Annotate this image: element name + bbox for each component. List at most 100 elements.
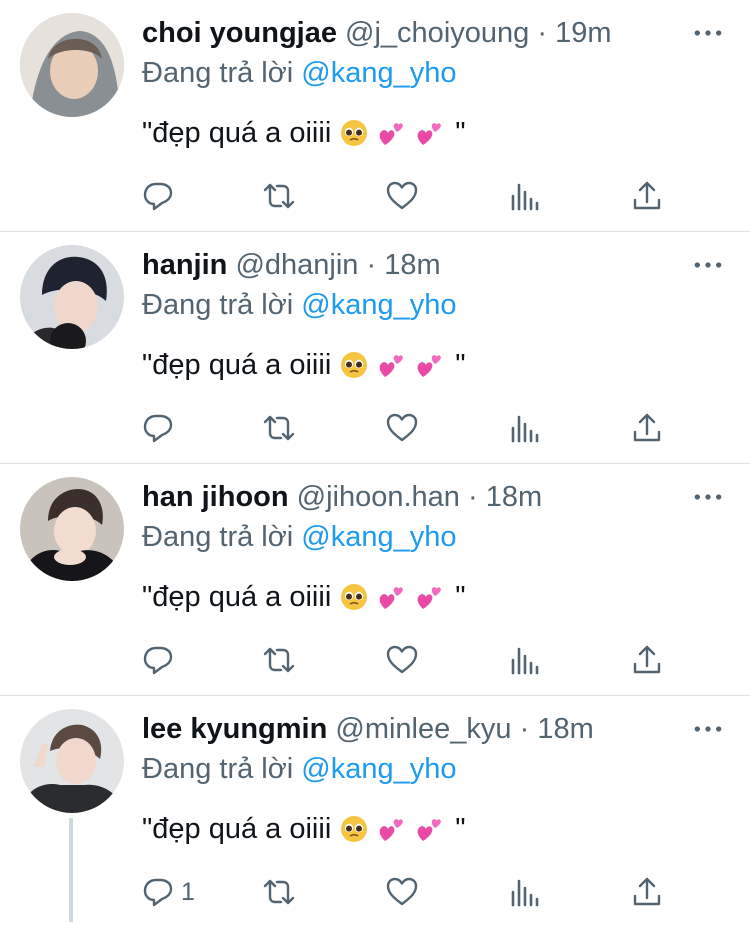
tweet-text: "đẹp quá a oiiii " [142, 810, 466, 848]
tweet-actions [0, 640, 750, 680]
like-button[interactable] [385, 408, 419, 448]
two-hearts-emoji [415, 350, 445, 380]
mention-link[interactable]: @kang_yho [301, 753, 456, 785]
tweet-text-content: "đẹp quá a oiiii [142, 349, 332, 381]
like-icon [385, 411, 419, 445]
replying-to-label: Đang trả lời [142, 521, 294, 553]
tweet-actions: 1 [0, 872, 750, 912]
tweet-text-close-quote: " [455, 117, 466, 149]
username[interactable]: @minlee_kyu [335, 713, 511, 745]
retweet-icon [262, 411, 296, 445]
retweet-button[interactable] [262, 176, 296, 216]
analytics-button[interactable] [507, 872, 541, 912]
pleading-face-emoji [339, 118, 369, 148]
tweet-text-content: "đẹp quá a oiiii [142, 581, 332, 613]
analytics-icon [507, 875, 541, 909]
two-hearts-emoji [415, 582, 445, 612]
like-button[interactable] [385, 640, 419, 680]
analytics-icon [507, 179, 541, 213]
mention-link[interactable]: @kang_yho [301, 289, 456, 321]
tweet-reply[interactable]: choi youngjae @j_choiyoung · 19m Đang tr… [0, 0, 750, 232]
more-options-icon[interactable] [690, 250, 726, 280]
share-icon [630, 643, 664, 677]
analytics-button[interactable] [507, 176, 541, 216]
reply-button[interactable] [141, 640, 181, 680]
two-hearts-emoji [377, 350, 407, 380]
more-options-icon[interactable] [690, 714, 726, 744]
share-button[interactable] [630, 872, 664, 912]
two-hearts-emoji [377, 582, 407, 612]
replying-to-label: Đang trả lời [142, 57, 294, 89]
reply-icon [141, 411, 175, 445]
timestamp[interactable]: 18m [384, 249, 440, 281]
pleading-face-emoji [339, 350, 369, 380]
analytics-button[interactable] [507, 640, 541, 680]
timestamp[interactable]: 19m [555, 17, 611, 49]
like-button[interactable] [385, 176, 419, 216]
separator-dot: · [519, 713, 530, 745]
more-options-icon[interactable] [690, 18, 726, 48]
tweet-header: lee kyungmin @minlee_kyu · 18m [142, 710, 594, 748]
reply-icon [141, 643, 175, 677]
retweet-button[interactable] [262, 640, 296, 680]
like-button[interactable] [385, 872, 419, 912]
retweet-icon [262, 875, 296, 909]
display-name[interactable]: hanjin [142, 249, 227, 281]
display-name[interactable]: choi youngjae [142, 17, 337, 49]
tweet-reply[interactable]: hanjin @dhanjin · 18m Đang trả lời @kang… [0, 232, 750, 464]
more-options-icon[interactable] [690, 482, 726, 512]
username[interactable]: @jihoon.han [297, 481, 460, 513]
share-icon [630, 179, 664, 213]
retweet-button[interactable] [262, 872, 296, 912]
separator-dot: · [366, 249, 377, 281]
reply-count: 1 [181, 877, 195, 906]
tweet-actions [0, 176, 750, 216]
username[interactable]: @j_choiyoung [345, 17, 529, 49]
mention-link[interactable]: @kang_yho [301, 521, 456, 553]
tweet-header: han jihoon @jihoon.han · 18m [142, 478, 542, 516]
share-button[interactable] [630, 176, 664, 216]
analytics-icon [507, 643, 541, 677]
tweet-actions [0, 408, 750, 448]
mention-link[interactable]: @kang_yho [301, 57, 456, 89]
tweet-reply[interactable]: han jihoon @jihoon.han · 18m Đang trả lờ… [0, 464, 750, 696]
separator-dot: · [468, 481, 478, 513]
pleading-face-emoji [339, 814, 369, 844]
avatar[interactable] [20, 709, 124, 813]
tweet-text: "đẹp quá a oiiii " [142, 114, 466, 152]
reply-button[interactable] [141, 176, 181, 216]
display-name[interactable]: lee kyungmin [142, 713, 327, 745]
retweet-button[interactable] [262, 408, 296, 448]
tweet-text-close-quote: " [455, 581, 466, 613]
share-icon [630, 875, 664, 909]
tweet-reply[interactable]: lee kyungmin @minlee_kyu · 18m Đang trả … [0, 696, 750, 929]
reply-icon [141, 179, 175, 213]
tweet-text-content: "đẹp quá a oiiii [142, 117, 332, 149]
avatar[interactable] [20, 477, 124, 581]
timestamp[interactable]: 18m [486, 481, 542, 513]
tweet-header: choi youngjae @j_choiyoung · 19m [142, 14, 612, 52]
timestamp[interactable]: 18m [537, 713, 593, 745]
replying-to-label: Đang trả lời [142, 753, 294, 785]
share-icon [630, 411, 664, 445]
display-name[interactable]: han jihoon [142, 481, 289, 513]
two-hearts-emoji [377, 118, 407, 148]
reply-button[interactable] [141, 408, 181, 448]
like-icon [385, 875, 419, 909]
share-button[interactable] [630, 408, 664, 448]
like-icon [385, 179, 419, 213]
avatar[interactable] [20, 13, 124, 117]
avatar[interactable] [20, 245, 124, 349]
reply-button[interactable]: 1 [141, 872, 195, 912]
analytics-button[interactable] [507, 408, 541, 448]
share-button[interactable] [630, 640, 664, 680]
replying-to-label: Đang trả lời [142, 289, 294, 321]
reply-icon [141, 875, 175, 909]
two-hearts-emoji [415, 118, 445, 148]
pleading-face-emoji [339, 582, 369, 612]
two-hearts-emoji [415, 814, 445, 844]
username[interactable]: @dhanjin [235, 249, 358, 281]
retweet-icon [262, 643, 296, 677]
replying-to: Đang trả lời @kang_yho [142, 518, 456, 556]
tweet-header: hanjin @dhanjin · 18m [142, 246, 441, 284]
